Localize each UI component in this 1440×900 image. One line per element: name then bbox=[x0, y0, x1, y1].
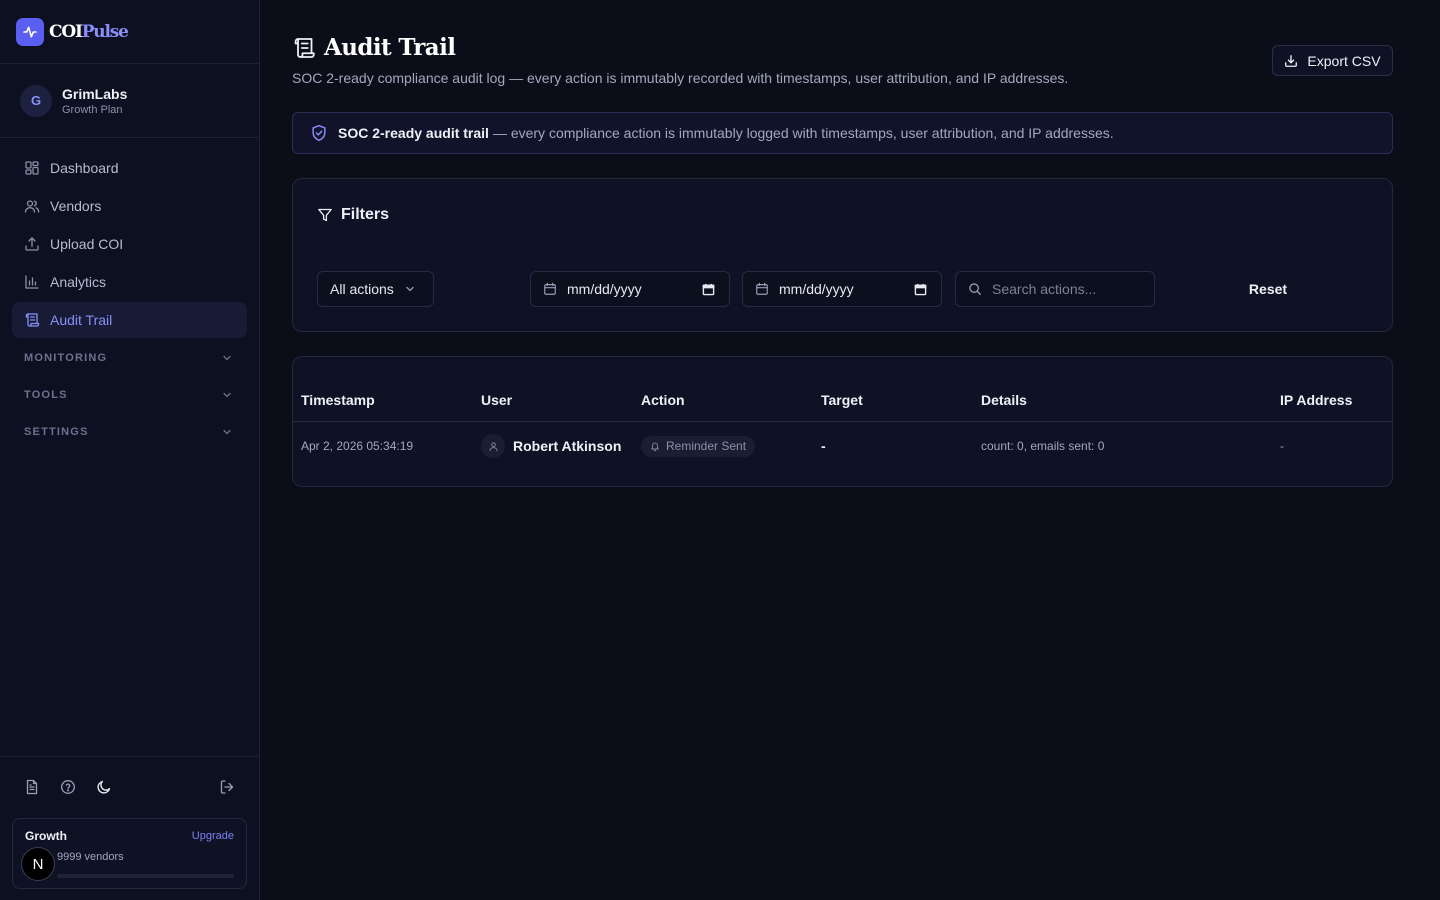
page-header: Audit Trail bbox=[292, 34, 456, 61]
scroll-icon bbox=[292, 36, 316, 60]
action-badge: Reminder Sent bbox=[641, 435, 756, 457]
sidebar-tools bbox=[0, 757, 259, 817]
calendar-icon bbox=[543, 282, 557, 296]
banner-text: — every compliance action is immutably l… bbox=[492, 125, 1114, 141]
brand[interactable]: COIPulse bbox=[0, 0, 259, 64]
user-avatar[interactable]: N bbox=[21, 847, 55, 881]
chevron-down-icon bbox=[221, 426, 233, 438]
calendar-picker-icon[interactable] bbox=[914, 283, 927, 296]
banner-title: SOC 2-ready audit trail bbox=[338, 125, 489, 141]
cell-target: - bbox=[821, 434, 826, 458]
sidebar-item-label: Upload COI bbox=[50, 236, 124, 252]
column-header-timestamp[interactable]: Timestamp bbox=[301, 392, 375, 408]
sidebar-footer: Growth Upgrade 9999 vendors N bbox=[0, 756, 259, 900]
target-value: - bbox=[821, 438, 826, 454]
action-label: Reminder Sent bbox=[666, 439, 747, 453]
pulse-logo-icon bbox=[16, 17, 44, 46]
user-icon bbox=[488, 441, 499, 452]
document-icon[interactable] bbox=[24, 779, 40, 795]
search-input[interactable]: Search actions... bbox=[955, 271, 1155, 307]
column-header-action[interactable]: Action bbox=[641, 392, 685, 408]
filters-title: Filters bbox=[341, 206, 390, 223]
logout-icon[interactable] bbox=[219, 779, 235, 795]
column-header-ip-address[interactable]: IP Address bbox=[1280, 392, 1352, 408]
export-csv-button[interactable]: Export CSV bbox=[1272, 45, 1393, 76]
export-csv-label: Export CSV bbox=[1307, 52, 1381, 69]
filters-card: Filters All actions mm/dd/yyyy mm/dd/yyy… bbox=[292, 178, 1393, 332]
cell-timestamp: Apr 2, 2026 05:34:19 bbox=[301, 439, 414, 453]
date-from-input[interactable]: mm/dd/yyyy bbox=[530, 271, 730, 307]
brand-name-part1: COI bbox=[49, 21, 83, 42]
plan-usage-bar bbox=[57, 874, 234, 878]
sidebar-item-label: Vendors bbox=[50, 198, 102, 214]
sidebar-group-tools[interactable]: TOOLS bbox=[12, 377, 247, 413]
sidebar-nav: Dashboard Vendors Upload COI Analytics A… bbox=[0, 138, 259, 450]
sidebar-group-label: SETTINGS bbox=[24, 426, 89, 438]
plan-name: Growth bbox=[25, 829, 67, 843]
shield-check-icon bbox=[310, 124, 328, 142]
calendar-picker-icon[interactable] bbox=[702, 283, 715, 296]
cell-ip-address: - bbox=[1280, 439, 1284, 453]
soc2-banner: SOC 2-ready audit trail — every complian… bbox=[292, 112, 1393, 154]
plan-card: Growth Upgrade 9999 vendors N bbox=[12, 818, 247, 889]
user-name: Robert Atkinson bbox=[513, 438, 622, 454]
reset-button[interactable]: Reset bbox=[1228, 271, 1308, 307]
users-icon bbox=[24, 198, 40, 214]
org-switcher[interactable]: G GrimLabs Growth Plan bbox=[0, 64, 259, 138]
scroll-icon bbox=[24, 312, 40, 328]
page-title: Audit Trail bbox=[324, 34, 456, 61]
org-avatar: G bbox=[20, 84, 52, 117]
chevron-down-icon bbox=[221, 352, 233, 364]
date-from-value: mm/dd/yyyy bbox=[567, 281, 642, 297]
cell-user: Robert Atkinson bbox=[481, 434, 621, 458]
table-header-divider bbox=[293, 421, 1392, 422]
sidebar-group-monitoring[interactable]: MONITORING bbox=[12, 340, 247, 376]
date-to-value: mm/dd/yyyy bbox=[779, 281, 854, 297]
plan-vendor-count: 9999 vendors bbox=[57, 851, 124, 863]
date-to-input[interactable]: mm/dd/yyyy bbox=[742, 271, 942, 307]
org-name: GrimLabs bbox=[62, 85, 128, 102]
action-filter-value: All actions bbox=[330, 281, 394, 297]
sidebar-item-upload-coi[interactable]: Upload COI bbox=[12, 226, 247, 262]
bell-icon bbox=[650, 441, 660, 451]
download-icon bbox=[1284, 54, 1298, 68]
search-placeholder: Search actions... bbox=[992, 281, 1097, 297]
filters-heading: Filters bbox=[317, 206, 389, 224]
column-header-user[interactable]: User bbox=[481, 392, 512, 408]
chevron-down-icon bbox=[221, 389, 233, 401]
filter-icon bbox=[317, 207, 333, 223]
sidebar-item-label: Dashboard bbox=[50, 160, 119, 176]
audit-table: Timestamp User Action Target Details IP … bbox=[292, 356, 1393, 487]
org-plan: Growth Plan bbox=[62, 103, 123, 116]
dashboard-icon bbox=[24, 160, 40, 176]
page-subtitle: SOC 2-ready compliance audit log — every… bbox=[292, 70, 1069, 86]
sidebar-group-settings[interactable]: SETTINGS bbox=[12, 414, 247, 450]
chevron-down-icon bbox=[404, 283, 416, 295]
cell-action: Reminder Sent bbox=[641, 434, 756, 458]
user-avatar-icon bbox=[481, 434, 505, 458]
brand-name: COIPulse bbox=[49, 21, 129, 42]
sidebar-item-analytics[interactable]: Analytics bbox=[12, 264, 247, 300]
upload-icon bbox=[24, 236, 40, 252]
sidebar-item-dashboard[interactable]: Dashboard bbox=[12, 150, 247, 186]
sidebar-item-audit-trail[interactable]: Audit Trail bbox=[12, 302, 247, 338]
sidebar-group-label: TOOLS bbox=[24, 389, 68, 401]
sidebar-item-label: Audit Trail bbox=[50, 312, 113, 328]
cell-details: count: 0, emails sent: 0 bbox=[981, 439, 1105, 453]
bar-chart-icon bbox=[24, 274, 40, 290]
calendar-icon bbox=[755, 282, 769, 296]
sidebar-group-label: MONITORING bbox=[24, 352, 108, 364]
brand-name-part2: Pulse bbox=[81, 21, 129, 42]
help-circle-icon[interactable] bbox=[60, 779, 76, 795]
sidebar-item-vendors[interactable]: Vendors bbox=[12, 188, 247, 224]
action-filter-select[interactable]: All actions bbox=[317, 271, 434, 307]
search-icon bbox=[968, 282, 982, 296]
upgrade-link[interactable]: Upgrade bbox=[192, 830, 234, 842]
column-header-details[interactable]: Details bbox=[981, 392, 1027, 408]
moon-icon[interactable] bbox=[96, 779, 112, 795]
sidebar: COIPulse G GrimLabs Growth Plan Dashboar… bbox=[0, 0, 260, 900]
column-header-target[interactable]: Target bbox=[821, 392, 863, 408]
sidebar-item-label: Analytics bbox=[50, 274, 107, 290]
